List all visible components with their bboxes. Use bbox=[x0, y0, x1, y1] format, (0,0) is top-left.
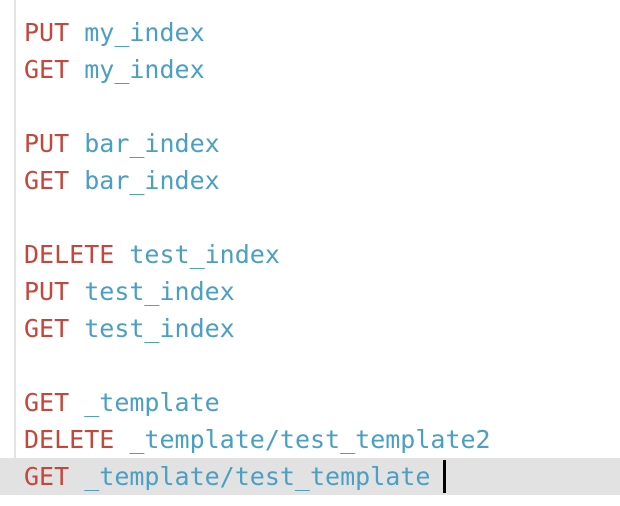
code-line-8[interactable]: PUT test_index bbox=[0, 273, 620, 310]
http-method: GET bbox=[24, 166, 70, 195]
code-line-9[interactable]: GET test_index bbox=[0, 310, 620, 347]
code-line-13-active[interactable]: GET _template/test_template bbox=[0, 458, 620, 495]
http-method: DELETE bbox=[24, 425, 115, 454]
code-lines[interactable]: PUT my_index GET my_index PUT bar_index … bbox=[0, 14, 620, 495]
code-line-6-blank[interactable] bbox=[0, 199, 620, 236]
request-path: my_index bbox=[84, 18, 205, 47]
code-line-3-blank[interactable] bbox=[0, 88, 620, 125]
request-path: _template bbox=[84, 388, 220, 417]
code-line-11[interactable]: GET _template bbox=[0, 384, 620, 421]
code-line-4[interactable]: PUT bar_index bbox=[0, 125, 620, 162]
request-path: test_index bbox=[84, 314, 235, 343]
code-line-5[interactable]: GET bar_index bbox=[0, 162, 620, 199]
http-method: GET bbox=[24, 55, 70, 84]
http-method: PUT bbox=[24, 277, 70, 306]
request-path: bar_index bbox=[84, 129, 220, 158]
request-path: test_index bbox=[129, 240, 280, 269]
text-cursor bbox=[443, 459, 447, 493]
request-path: _template/test_template bbox=[84, 462, 431, 491]
http-method: PUT bbox=[24, 18, 70, 47]
request-path: _template/test_template2 bbox=[129, 425, 491, 454]
code-line-10-blank[interactable] bbox=[0, 347, 620, 384]
http-method: GET bbox=[24, 388, 70, 417]
request-path: test_index bbox=[84, 277, 235, 306]
http-method: DELETE bbox=[24, 240, 115, 269]
http-method: GET bbox=[24, 462, 70, 491]
code-line-2[interactable]: GET my_index bbox=[0, 51, 620, 88]
code-line-1[interactable]: PUT my_index bbox=[0, 14, 620, 51]
request-path: my_index bbox=[84, 55, 205, 84]
http-method: GET bbox=[24, 314, 70, 343]
code-line-7[interactable]: DELETE test_index bbox=[0, 236, 620, 273]
code-line-12[interactable]: DELETE _template/test_template2 bbox=[0, 421, 620, 458]
http-method: PUT bbox=[24, 129, 70, 158]
request-path: bar_index bbox=[84, 166, 220, 195]
code-editor[interactable]: PUT my_index GET my_index PUT bar_index … bbox=[0, 0, 620, 506]
